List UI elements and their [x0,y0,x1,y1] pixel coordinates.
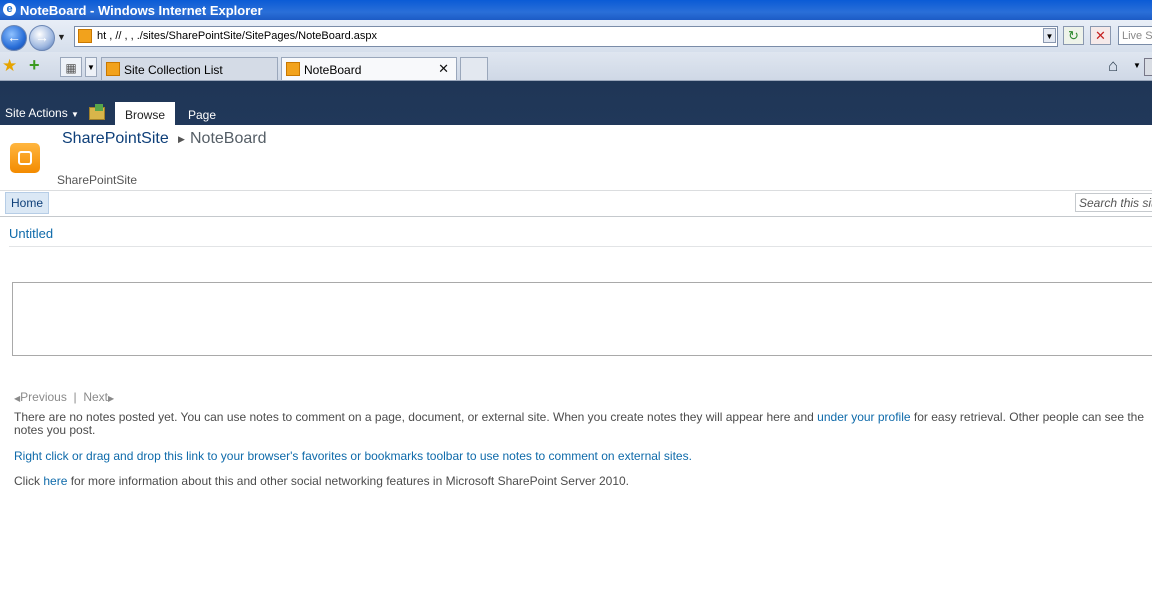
close-tab-icon[interactable]: ✕ [438,61,449,77]
favorites-star-icon[interactable]: ★ [2,56,17,76]
tab-site-collection-list[interactable]: Site Collection List [101,57,278,80]
tab-page[interactable]: Page [188,108,216,122]
no-notes-message: There are no notes posted yet. You can u… [14,411,1152,437]
divider [9,246,1152,247]
site-description: SharePointSite [57,173,138,187]
recent-pages-dropdown-icon[interactable]: ▼ [57,32,66,42]
home-icon[interactable]: ⌂ [1108,56,1118,76]
site-actions-menu[interactable]: Site Actions ▼ [5,106,79,120]
previous-link[interactable]: Previous [20,390,67,404]
note-text-area[interactable] [12,282,1152,356]
no-notes-text: There are no notes posted yet. You can u… [14,410,818,424]
next-link[interactable]: Next [83,390,108,404]
back-button[interactable]: ← [1,25,27,51]
tab-browse[interactable]: Browse [115,102,175,125]
home-dropdown-icon[interactable]: ▼ [1133,61,1141,70]
site-logo-icon[interactable] [10,143,40,173]
profile-link[interactable]: under your profile [817,410,910,424]
breadcrumb-page-title: NoteBoard [190,130,267,147]
webpart-title[interactable]: Untitled [9,226,53,241]
address-url[interactable]: ht , // , , ./sites/SharePointSite/SiteP… [97,30,377,42]
more-info-suffix: for more information about this and othe… [67,474,629,488]
new-tab-button[interactable] [460,57,488,80]
ie-logo-icon: e [3,3,16,16]
top-navigation-bar [0,190,1152,217]
breadcrumb-arrow-icon: ▶ [178,134,185,144]
navigate-up-icon[interactable] [89,104,105,120]
stop-button[interactable]: ✕ [1090,26,1111,45]
next-arrow-icon: ▶ [108,394,115,403]
notes-bookmarklet-link[interactable]: Right click or drag and drop this link t… [14,449,692,463]
tab-label: Site Collection List [124,63,223,77]
tab-noteboard[interactable]: NoteBoard ✕ [281,57,457,80]
print-icon[interactable] [1144,58,1152,76]
sharepoint-favicon-icon [78,29,92,43]
address-bar[interactable]: ht , // , , ./sites/SharePointSite/SiteP… [74,26,1058,47]
site-search-input[interactable]: Search this site... [1075,193,1152,212]
forward-button[interactable]: → [29,25,55,51]
breadcrumb-site-link[interactable]: SharePointSite [62,130,169,148]
chevron-down-icon: ▼ [71,110,79,119]
sharepoint-favicon-icon [286,62,300,76]
address-dropdown-icon[interactable]: ▼ [1043,28,1056,43]
tab-label: NoteBoard [304,63,362,77]
more-info-prefix: Click [14,474,44,488]
pager: ◀Previous | Next▶ [14,390,114,404]
tab-list-dropdown-icon[interactable]: ▼ [85,57,97,77]
more-info-message: Click here for more information about th… [14,474,629,488]
add-favorite-icon[interactable]: + [29,55,40,76]
window-title: NoteBoard - Windows Internet Explorer [20,3,263,18]
window-title-bar: e NoteBoard - Windows Internet Explorer [0,0,1152,20]
site-actions-label: Site Actions [5,106,68,120]
live-search-input[interactable]: Live Se [1118,26,1152,45]
pager-separator: | [73,390,77,404]
refresh-button[interactable]: ↻ [1063,26,1084,45]
more-info-link[interactable]: here [43,474,67,488]
sharepoint-favicon-icon [106,62,120,76]
nav-home-link[interactable]: Home [5,192,49,214]
quick-tabs-button[interactable]: ▦ [60,57,82,77]
